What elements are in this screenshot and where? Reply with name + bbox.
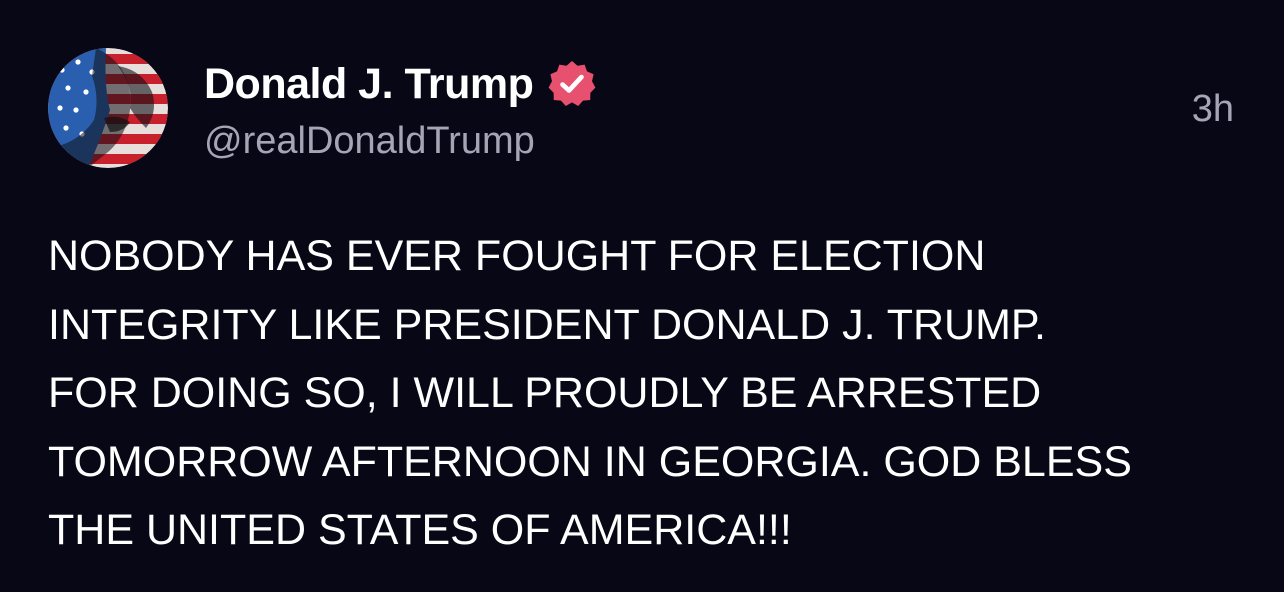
- post-card: Donald J. Trump @realDonaldTrump 3h NOBO…: [0, 0, 1284, 592]
- flag-portrait-avatar-icon: [48, 48, 168, 168]
- avatar[interactable]: [48, 48, 168, 168]
- name-row: Donald J. Trump: [204, 56, 597, 112]
- post-text-line: TOMORROW AFTERNOON IN GEORGIA. GOD BLESS: [48, 437, 1132, 486]
- post-text-line: FOR DOING SO, I WILL PROUDLY BE ARRESTED: [48, 369, 1042, 417]
- post-text-line: INTEGRITY LIKE PRESIDENT DONALD J. TRUMP…: [48, 300, 1046, 349]
- author-handle[interactable]: @realDonaldTrump: [204, 116, 597, 166]
- post-text-line: NOBODY HAS EVER FOUGHT FOR ELECTION: [48, 232, 986, 280]
- author-display-name[interactable]: Donald J. Trump: [204, 56, 534, 112]
- verified-badge-icon: [547, 59, 597, 109]
- post-timestamp[interactable]: 3h: [1192, 86, 1234, 132]
- post-body: NOBODY HAS EVER FOUGHT FOR ELECTION INTE…: [48, 222, 1248, 565]
- author-block: Donald J. Trump @realDonaldTrump: [204, 56, 597, 166]
- post-text-line: THE UNITED STATES OF AMERICA!!!: [48, 506, 792, 554]
